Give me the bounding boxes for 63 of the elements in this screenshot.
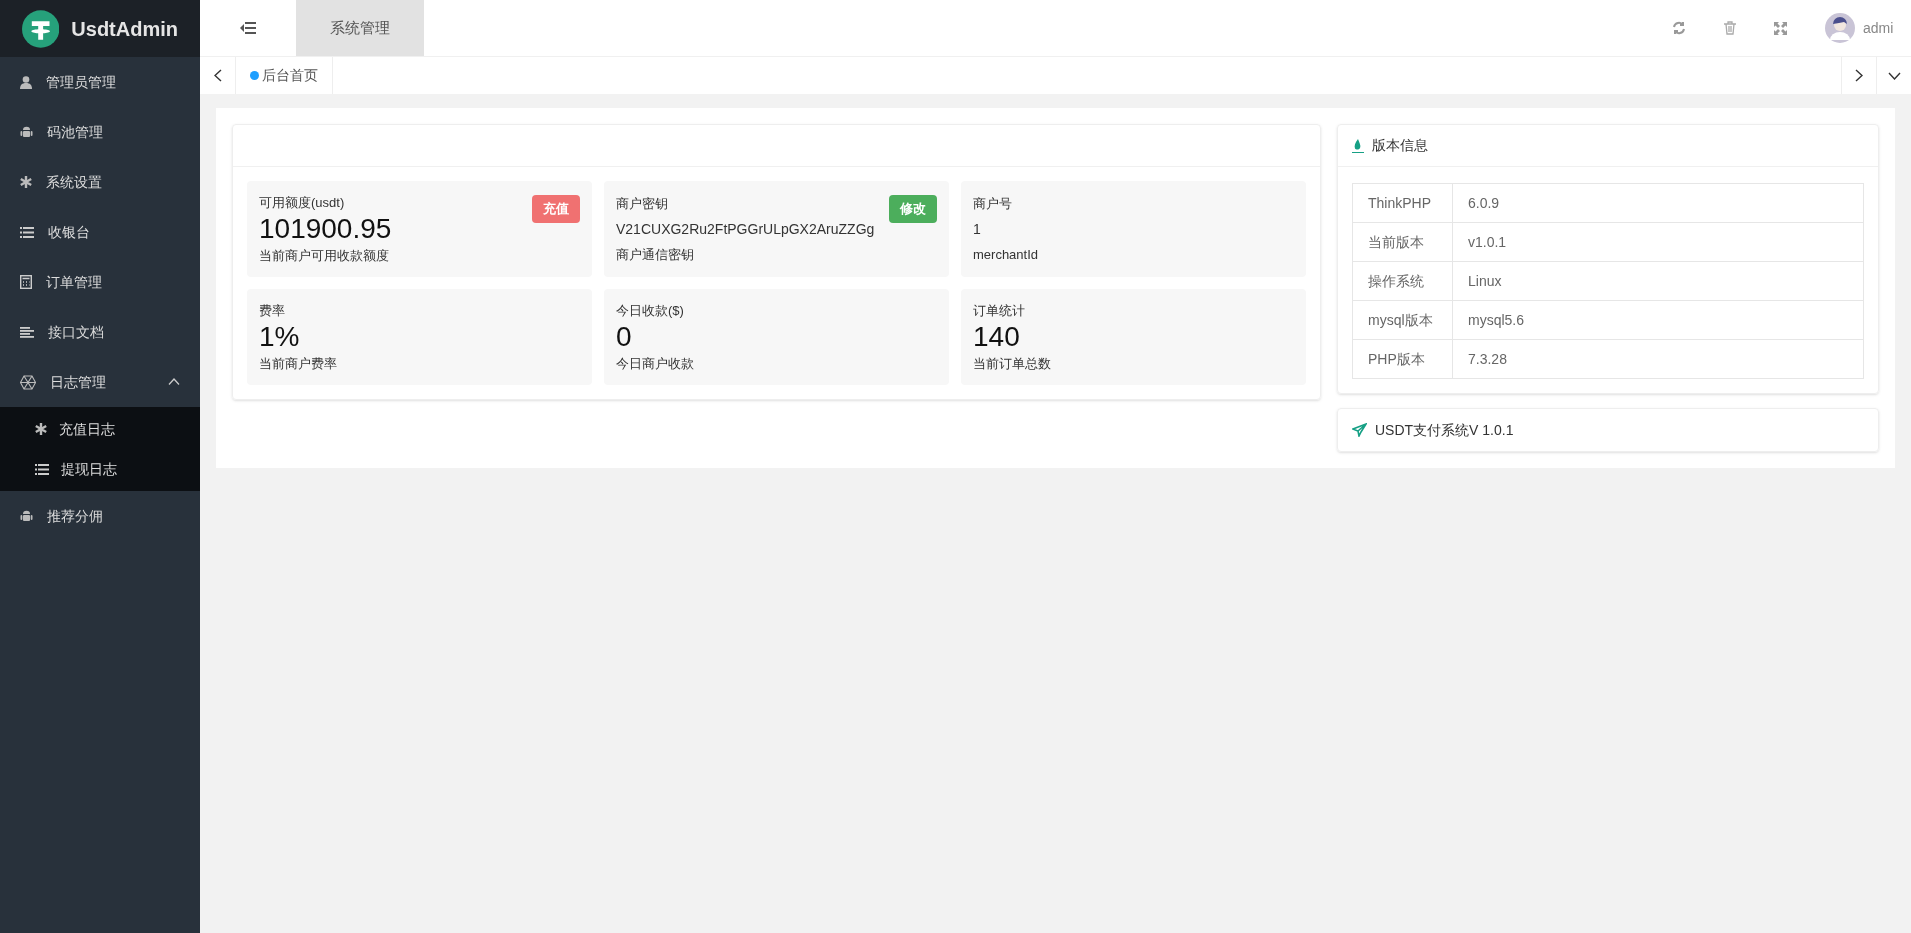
chevron-right-icon[interactable] [1855,69,1863,82]
sidebar-item[interactable]: 系统设置 [0,157,200,207]
stat-label: 商户密钥 [616,194,668,213]
page-tab[interactable]: 后台首页 [236,57,333,94]
table-cell: PHP版本 [1352,339,1453,379]
fullscreen-icon[interactable] [1774,21,1787,35]
brand-name: UsdtAdmin [71,16,178,42]
stat-note: 商户通信密钥 [616,246,695,264]
stat-value: 140 [973,320,1021,354]
list-icon [20,226,34,238]
chevron-left-icon[interactable] [213,69,222,82]
stat-label: 订单统计 [973,301,1025,320]
stat-note: 当前商户费率 [259,355,338,373]
table-cell: Linux [1452,261,1864,301]
stat-note: 当前商户可用收款额度 [259,247,390,265]
asterisk-icon [20,176,32,188]
stat-value: 101900.95 [259,212,393,246]
align-left-icon [20,326,34,338]
table-cell: ThinkPHP [1352,183,1453,223]
sidebar-item[interactable]: 订单管理 [0,257,200,307]
stat-label: 可用额度(usdt) [259,193,345,212]
stat-note: 当前订单总数 [973,355,1052,373]
table-cell: 7.3.28 [1452,339,1864,379]
sidebar-item[interactable]: 收银台 [0,207,200,257]
sidebar-item[interactable]: 码池管理 [0,107,200,157]
sidebar-item[interactable]: 日志管理 [0,357,200,407]
table-cell: mysql5.6 [1452,300,1864,340]
android-icon [20,125,33,139]
sidebar-subitem[interactable]: 提现日志 [0,449,200,489]
card-title: 版本信息 [1372,136,1428,155]
stat-value: V21CUXG2Ru2FtPGGrULpGX2AruZZGg [616,220,876,239]
table-cell: mysql版本 [1352,300,1453,340]
stat-value: 1 [973,220,982,239]
android-icon [20,509,33,523]
table-cell: v1.0.1 [1452,222,1864,262]
user-icon [20,75,32,89]
asterisk-icon [35,423,47,435]
logo-icon [22,9,60,48]
footer-text: USDT支付系统V 1.0.1 [1375,420,1514,440]
sidebar-subitem[interactable]: 充值日志 [0,409,200,449]
calculator-icon [20,275,32,289]
stat-note: merchantId [973,246,1040,264]
hexagon-icon [20,374,36,390]
paper-plane-icon [1352,423,1367,437]
chevron-down-icon[interactable] [1887,71,1901,80]
stat-label: 今日收款($) [616,301,684,320]
list-icon [35,463,49,475]
stat-value: 1% [259,320,301,354]
stat-label: 费率 [259,301,285,320]
sidebar-item[interactable]: 管理员管理 [0,57,200,107]
avatar[interactable] [1825,13,1855,43]
stat-value: 0 [616,320,633,354]
stat-note: 今日商户收款 [616,355,695,373]
table-cell: 当前版本 [1352,222,1453,262]
sidebar-item[interactable]: 推荐分佣 [0,491,200,541]
refresh-icon[interactable] [1672,21,1686,35]
table-cell: 6.0.9 [1452,183,1864,223]
sidebar-item[interactable]: 接口文档 [0,307,200,357]
table-cell: 操作系统 [1352,261,1453,301]
stat-label: 商户号 [973,194,1012,213]
top-tab[interactable]: 系统管理 [296,0,424,56]
leaf-icon [1352,138,1364,153]
user-name[interactable]: admi [1863,17,1901,39]
